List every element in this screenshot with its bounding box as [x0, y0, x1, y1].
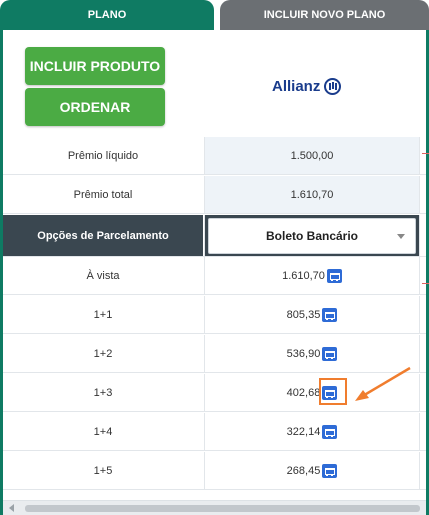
- insurer-logo: Allianz: [272, 78, 342, 95]
- annotation-arrow-icon: [355, 366, 411, 401]
- installment-value-cell: 268,45: [204, 452, 420, 489]
- highlight-box: [319, 378, 347, 405]
- add-to-cart-icon[interactable]: [322, 424, 338, 439]
- allianz-emblem-icon: [324, 78, 342, 95]
- edge-marker: [422, 153, 429, 154]
- installment-value-cell: 805,35: [204, 296, 420, 333]
- installment-label: 1+5: [93, 464, 113, 477]
- installment-value: 322,14: [286, 425, 321, 438]
- installment-label: 1+3: [93, 386, 113, 399]
- premio-liquido-row: Prêmio líquido 1.500,00: [3, 137, 426, 175]
- ordenar-button[interactable]: ORDENAR: [25, 88, 165, 126]
- premio-total-value: 1.610,70: [204, 176, 420, 213]
- tab-plano[interactable]: PLANO: [0, 0, 214, 30]
- edge-marker: [422, 283, 429, 284]
- parcelamento-header-row: Opções de Parcelamento Boleto Bancário: [3, 215, 426, 257]
- add-to-cart-icon[interactable]: [322, 307, 338, 322]
- parcelamento-select-cell: Boleto Bancário: [204, 215, 420, 256]
- parcelamento-select[interactable]: Boleto Bancário: [208, 217, 416, 254]
- installment-value-cell: 1.610,70: [204, 257, 420, 294]
- add-to-cart-icon[interactable]: [322, 463, 338, 478]
- tab-bar: PLANO INCLUIR NOVO PLANO: [0, 0, 429, 30]
- premio-liquido-label: Prêmio líquido: [67, 149, 139, 162]
- installment-row: À vista 1.610,70: [3, 257, 426, 295]
- add-to-cart-icon[interactable]: [326, 268, 342, 283]
- scrollbar-thumb[interactable]: [25, 505, 420, 512]
- installment-row: 1+4 322,14: [3, 413, 426, 451]
- add-to-cart-icon[interactable]: [322, 346, 338, 361]
- installment-row: 1+5 268,45: [3, 452, 426, 490]
- horizontal-scrollbar[interactable]: [3, 500, 426, 515]
- installment-row: 1+1 805,35: [3, 296, 426, 334]
- premio-liquido-value: 1.500,00: [204, 137, 420, 174]
- premio-total-row: Prêmio total 1.610,70: [3, 176, 426, 214]
- installment-label: 1+1: [93, 308, 113, 321]
- installment-label: 1+4: [93, 425, 113, 438]
- parcelamento-label: Opções de Parcelamento: [3, 215, 203, 256]
- installment-value-cell: 322,14: [204, 413, 420, 450]
- installment-label: 1+2: [93, 347, 113, 360]
- premio-total-label: Prêmio total: [73, 188, 133, 201]
- installment-value: 536,90: [286, 347, 321, 360]
- installment-value: 1.610,70: [282, 269, 325, 282]
- tab-incluir-novo-plano[interactable]: INCLUIR NOVO PLANO: [220, 0, 429, 30]
- parcelamento-selected-value: Boleto Bancário: [265, 228, 358, 243]
- installment-value: 268,45: [286, 464, 321, 477]
- installment-value: 805,35: [286, 308, 321, 321]
- insurer-name: Allianz: [272, 78, 321, 95]
- installment-value: 402,68: [286, 386, 321, 399]
- chevron-down-icon: [397, 233, 405, 239]
- incluir-produto-button[interactable]: INCLUIR PRODUTO: [25, 47, 165, 85]
- installment-label: À vista: [86, 269, 120, 282]
- scroll-left-icon[interactable]: [9, 504, 14, 512]
